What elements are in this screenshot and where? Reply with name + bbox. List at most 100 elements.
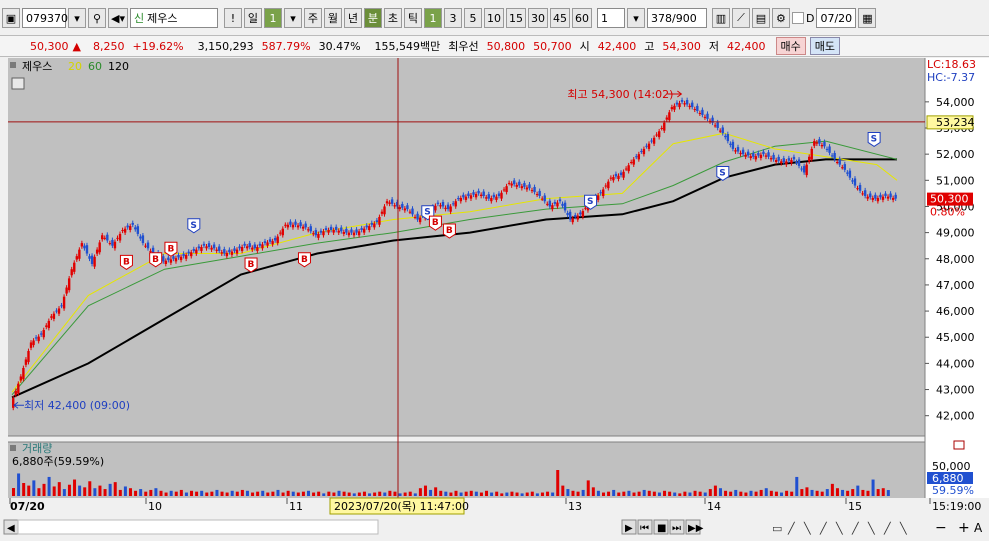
date-checkbox[interactable] — [791, 12, 804, 24]
draw-tool-icon[interactable]: ⟋ — [731, 8, 750, 28]
indicator-icon[interactable]: ▥ — [711, 8, 730, 28]
candle-body — [497, 193, 501, 196]
high-label: 고 — [644, 40, 655, 53]
volume-bar — [73, 479, 77, 496]
count-input[interactable]: 1 — [596, 8, 625, 28]
volume-bar — [393, 491, 397, 496]
search-icon[interactable]: ⚲ — [88, 8, 106, 28]
scrollbar-track[interactable] — [17, 519, 379, 535]
volume-bar — [296, 492, 300, 496]
chart-area[interactable]: 54,00053,00052,00051,00050,00049,00048,0… — [0, 58, 989, 538]
candle-body — [205, 246, 208, 249]
interval-45-button[interactable]: 45 — [549, 8, 570, 28]
candle-body — [192, 249, 195, 251]
candle-body — [70, 269, 73, 276]
speaker-icon[interactable]: ◀▾ — [108, 8, 128, 28]
volume-bar — [347, 492, 351, 496]
volume-bar — [510, 491, 514, 496]
volume-bar — [830, 483, 834, 496]
candle-body — [863, 190, 867, 196]
candle-body — [439, 205, 442, 207]
candle-body — [523, 183, 526, 187]
signal-letter: S — [719, 168, 725, 178]
save-icon[interactable]: ▤ — [751, 8, 770, 28]
interval-15-button[interactable]: 15 — [505, 8, 526, 28]
candle-body — [398, 207, 401, 210]
best-bid: 50,700 — [533, 39, 572, 53]
interval-30-button[interactable]: 30 — [527, 8, 548, 28]
candle-body — [121, 230, 124, 231]
minute-button[interactable]: 분 — [363, 8, 382, 28]
volume-bar — [32, 480, 36, 496]
auto-scale-icon[interactable]: A — [974, 521, 983, 535]
interval-5-button[interactable]: 5 — [463, 8, 482, 28]
sell-order-button[interactable]: 매도 — [809, 37, 841, 55]
candle-body — [841, 167, 844, 169]
draw-tools[interactable]: ▭ ╱ ╲ ╱ ╲ ╱ ╲ ╱ ╲ — [772, 521, 908, 535]
price-chart[interactable]: 54,00053,00052,00051,00050,00049,00048,0… — [0, 58, 989, 538]
candle-body — [248, 243, 251, 247]
period-month-button[interactable]: 월 — [323, 8, 342, 28]
candle-body — [360, 228, 363, 230]
second-button[interactable]: 초 — [383, 8, 402, 28]
period-week-button[interactable]: 주 — [303, 8, 322, 28]
period-year-button[interactable]: 년 — [343, 8, 362, 28]
candle-body — [706, 113, 709, 119]
draw-tool-icon[interactable]: ▭ — [772, 522, 782, 535]
candle-body — [685, 100, 689, 105]
candle-body — [726, 134, 730, 142]
buy-order-button[interactable]: 매수 — [775, 37, 806, 55]
alert-button[interactable]: ! — [223, 8, 242, 28]
calendar-icon[interactable]: ▦ — [858, 8, 877, 28]
layout-icon[interactable]: ▣ — [2, 8, 20, 28]
volume-bar — [83, 487, 87, 496]
candle-body — [825, 148, 829, 150]
candle-body — [556, 202, 559, 207]
date-input[interactable]: 07/20 — [816, 8, 857, 28]
candle-body — [703, 116, 707, 118]
zoom-out-icon[interactable]: − — [935, 520, 947, 536]
candle-body — [719, 130, 722, 132]
candle-body — [90, 255, 94, 264]
volume-bar — [67, 484, 71, 496]
volume-bar — [566, 489, 570, 496]
candle-body — [835, 162, 839, 163]
interval-10-button[interactable]: 10 — [483, 8, 504, 28]
volume-bar — [576, 491, 580, 496]
volume-bar — [815, 490, 819, 496]
grid-icon[interactable] — [11, 77, 25, 90]
period-day-button[interactable]: 일 — [243, 8, 262, 28]
candle-body — [179, 256, 183, 261]
legend-ma20: 20 — [68, 60, 82, 73]
interval-3-button[interactable]: 3 — [443, 8, 462, 28]
candle-body — [434, 205, 437, 211]
period-day-num[interactable]: 1 — [263, 8, 282, 28]
candle-body — [482, 191, 485, 196]
volume-collapse-icon[interactable] — [953, 440, 965, 450]
legend-name: 제우스 — [22, 60, 52, 73]
period-dropdown-icon[interactable]: ▾ — [283, 8, 302, 28]
range-field[interactable]: 378 /900 — [646, 8, 707, 28]
interval-1-button[interactable]: 1 — [423, 8, 442, 28]
candle-body — [548, 200, 552, 207]
candle-body — [446, 204, 450, 210]
gear-icon[interactable]: ⚙ — [771, 8, 790, 28]
zoom-in-icon[interactable]: + — [958, 520, 970, 536]
candle-body — [660, 128, 663, 129]
candle-body — [507, 182, 511, 184]
candle-body — [42, 330, 45, 338]
volume-bar — [179, 489, 183, 496]
candle-body — [273, 237, 277, 241]
volume-bar — [622, 491, 626, 496]
signal-letter: B — [248, 260, 255, 270]
tick-button[interactable]: 틱 — [403, 8, 422, 28]
candle-body — [75, 256, 78, 260]
stock-code-input[interactable]: 079370 — [22, 8, 68, 28]
volume-bar — [591, 487, 595, 496]
stock-name-field[interactable]: 신 제우스 — [129, 8, 218, 28]
volume-bar — [586, 480, 590, 496]
count-dropdown-icon[interactable]: ▾ — [626, 8, 645, 28]
candle-body — [167, 257, 170, 261]
interval-60-button[interactable]: 60 — [571, 8, 592, 28]
dropdown-icon[interactable]: ▾ — [68, 8, 86, 28]
